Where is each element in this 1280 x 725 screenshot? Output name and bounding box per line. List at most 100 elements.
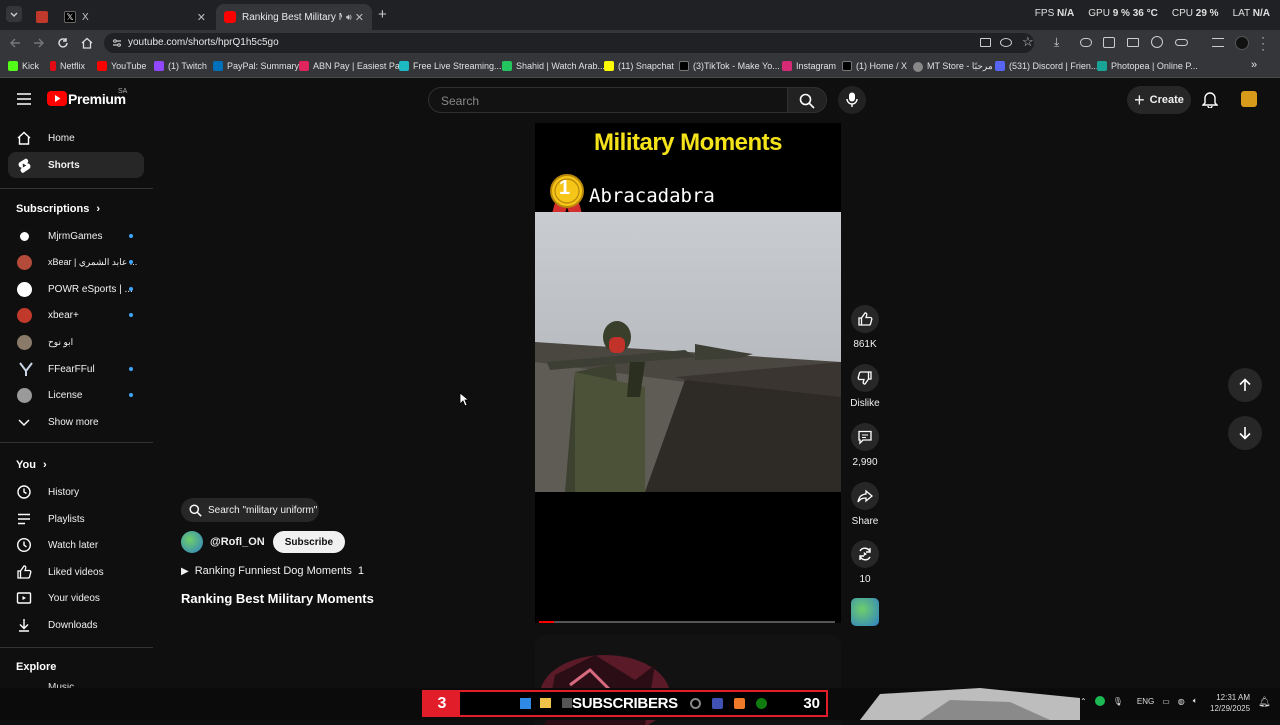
sidebar-item-watch-later[interactable]: Watch later xyxy=(8,532,144,558)
tab-x[interactable]: 𝕏 X ✕ xyxy=(56,4,214,30)
bookmark-item[interactable]: (1) Home / X xyxy=(842,61,907,71)
download-icon[interactable]: ⤓ xyxy=(1054,35,1059,50)
forward-icon[interactable] xyxy=(32,36,46,50)
remix-action[interactable]: 10 xyxy=(848,540,882,585)
bookmark-item[interactable]: PayPal: Summary xyxy=(213,61,299,71)
network-icon[interactable]: ◍ xyxy=(1178,697,1185,706)
like-action[interactable]: 861K xyxy=(848,305,882,350)
create-button[interactable]: + Create xyxy=(1127,86,1191,114)
star-icon[interactable]: ☆ xyxy=(1022,34,1034,50)
cast-icon[interactable] xyxy=(980,38,991,47)
account-avatar[interactable] xyxy=(1241,91,1257,107)
close-tab-icon[interactable]: ✕ xyxy=(197,11,206,24)
sidebar-item-downloads[interactable]: Downloads xyxy=(8,612,144,638)
sidebar-item-home[interactable]: Home xyxy=(8,125,144,151)
xbox-icon[interactable] xyxy=(756,698,767,709)
speaker-icon[interactable]: 🔊︎ xyxy=(346,12,352,23)
bookmark-item[interactable]: MT Store - مرحبًا xyxy=(913,61,993,72)
sidebar-subscription[interactable]: xbear+ xyxy=(8,302,144,328)
share-button[interactable] xyxy=(851,482,879,510)
channel-name[interactable]: @Rofl_ON xyxy=(210,536,265,548)
tab-pinned[interactable] xyxy=(28,4,54,30)
bookmark-item[interactable]: Shahid | Watch Arab... xyxy=(502,61,605,71)
sidebar-item-your-videos[interactable]: Your videos xyxy=(8,585,144,611)
menu-icon[interactable] xyxy=(16,92,32,106)
shorts-video-player[interactable]: Military Moments 1 Abracadabra xyxy=(535,123,841,623)
reload-icon[interactable] xyxy=(56,36,70,50)
sidebar-subscription[interactable]: ابو نوح xyxy=(8,329,144,355)
extension-icon[interactable] xyxy=(1080,38,1092,47)
language-indicator[interactable]: ENG xyxy=(1137,697,1154,706)
bookmark-item[interactable]: Instagram xyxy=(782,61,836,71)
system-clock[interactable]: 12:31 AM 12/29/2025 xyxy=(1210,692,1250,714)
next-short-button[interactable] xyxy=(1228,416,1262,450)
youtube-logo-icon[interactable] xyxy=(47,91,67,106)
remix-button[interactable] xyxy=(851,540,879,568)
notifications-bell-icon[interactable]: 🔔︎ xyxy=(1258,697,1271,708)
store-icon[interactable] xyxy=(562,698,572,708)
site-info-icon[interactable] xyxy=(112,38,122,48)
bookmark-item[interactable]: (3)TikTok - Make Yo... xyxy=(679,61,780,71)
share-action[interactable]: Share xyxy=(848,482,882,527)
new-tab-button[interactable]: + xyxy=(378,6,387,23)
voice-search-button[interactable] xyxy=(838,86,866,114)
playlist-link[interactable]: ▶ Ranking Funniest Dog Moments 1 xyxy=(181,565,364,577)
bookmarks-overflow-icon[interactable]: » xyxy=(1251,59,1257,71)
sidebar-item-playlists[interactable]: Playlists xyxy=(8,506,144,532)
browser-menu-icon[interactable]: · · · xyxy=(1261,31,1265,55)
related-search-chip[interactable]: Search "military uniform" xyxy=(181,498,319,522)
microphone-icon[interactable]: 🎙︎ xyxy=(1113,697,1123,706)
sidebar-subscription[interactable]: MjrmGames xyxy=(8,223,144,249)
search-button[interactable] xyxy=(787,87,827,113)
sidebar-subscription[interactable]: POWR eSports | ... xyxy=(8,276,144,302)
previous-short-button[interactable] xyxy=(1228,368,1262,402)
app-icon[interactable] xyxy=(734,698,745,709)
back-icon[interactable] xyxy=(8,36,22,50)
bookmark-item[interactable]: YouTube xyxy=(97,61,146,71)
tab-active[interactable]: Ranking Best Military Mome 🔊︎ ✕ xyxy=(216,4,372,30)
notifications-icon[interactable] xyxy=(1202,90,1218,108)
sound-thumbnail[interactable] xyxy=(851,598,879,626)
app-icon[interactable] xyxy=(712,698,723,709)
sidebar-toggle-icon[interactable] xyxy=(1212,38,1224,47)
bookmark-item[interactable]: Kick xyxy=(8,61,39,71)
subscriptions-heading[interactable]: Subscriptions › xyxy=(16,203,100,215)
display-icon[interactable]: ▭ xyxy=(1162,697,1170,706)
file-explorer-icon[interactable] xyxy=(540,698,551,708)
show-more-button[interactable]: Show more xyxy=(8,409,144,435)
video-progress-bar[interactable] xyxy=(539,621,835,623)
chrome-icon[interactable] xyxy=(690,698,701,709)
link-icon[interactable] xyxy=(1175,39,1188,46)
bookmark-item[interactable]: ABN Pay | Easiest Pa... xyxy=(299,61,407,71)
spotify-icon[interactable] xyxy=(1094,696,1105,706)
bookmark-item[interactable]: Netflix xyxy=(50,61,85,71)
history-icon[interactable] xyxy=(1151,36,1163,48)
sidebar-item-history[interactable]: History xyxy=(8,479,144,505)
bookmark-item[interactable]: Free Live Streaming... xyxy=(399,61,502,71)
chevron-up-icon[interactable]: ⌃ xyxy=(1080,697,1087,706)
comments-action[interactable]: 2,990 xyxy=(848,423,882,468)
comments-button[interactable] xyxy=(851,423,879,451)
profile-avatar[interactable] xyxy=(1235,36,1249,50)
wallet-icon[interactable] xyxy=(1127,38,1139,47)
translate-icon[interactable] xyxy=(1103,37,1115,48)
url-field[interactable]: youtube.com/shorts/hprQ1h5c5go ☆ xyxy=(104,33,1034,53)
dislike-action[interactable]: Dislike xyxy=(848,364,882,409)
bookmark-item[interactable]: Photopea | Online P... xyxy=(1097,61,1198,71)
subscribe-button[interactable]: Subscribe xyxy=(272,531,346,553)
windows-start-icon[interactable] xyxy=(520,698,531,709)
home-icon[interactable] xyxy=(80,36,94,50)
sidebar-item-liked-videos[interactable]: Liked videos xyxy=(8,559,144,585)
bookmark-item[interactable]: (11) Snapchat xyxy=(604,61,674,71)
eye-off-icon[interactable] xyxy=(1000,38,1012,47)
sidebar-subscription[interactable]: xBear | عابد الشمري ... xyxy=(8,249,144,275)
sidebar-subscription[interactable]: FFearFFul xyxy=(8,356,144,382)
bookmark-item[interactable]: (531) Discord | Frien... xyxy=(995,61,1098,71)
bookmark-item[interactable]: (1) Twitch xyxy=(154,61,207,71)
search-input[interactable]: Search xyxy=(428,87,788,113)
dislike-button[interactable] xyxy=(851,364,879,392)
like-button[interactable] xyxy=(851,305,879,333)
volume-icon[interactable]: 🔈︎ xyxy=(1193,696,1198,706)
channel-avatar[interactable] xyxy=(181,531,203,553)
sidebar-item-shorts[interactable]: Shorts xyxy=(8,152,144,178)
